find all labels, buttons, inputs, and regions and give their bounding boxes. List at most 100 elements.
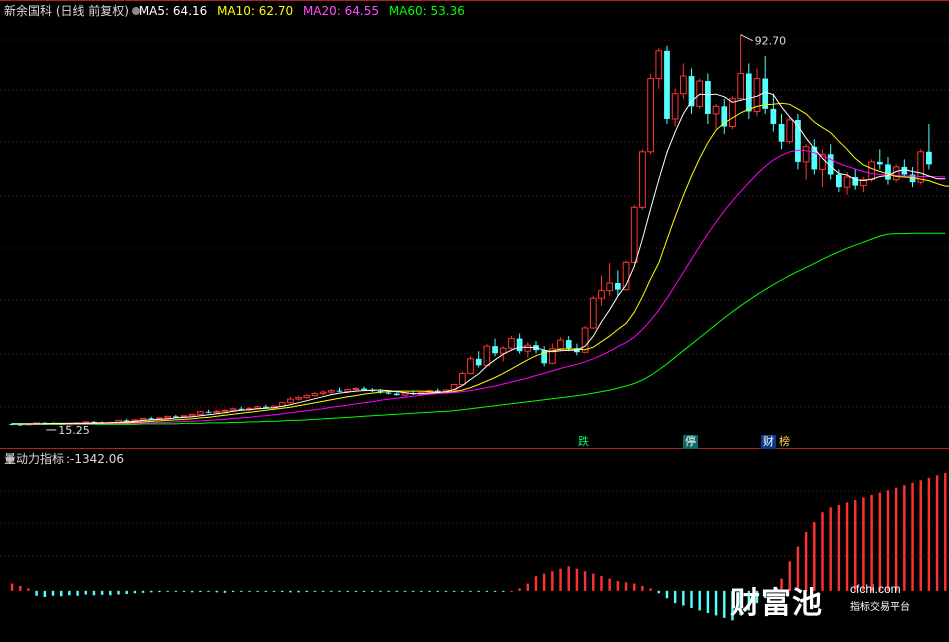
indicator-bar-26 [223,590,227,593]
candle-body-60 [499,347,507,354]
indicator-bar-4 [43,590,47,597]
ma5-legend: MA5: 64.16 [138,4,208,18]
indicator-bar-82 [682,590,685,606]
indicator-bar-52 [436,590,439,592]
indicator-bar-7 [68,590,71,596]
indicator-bar-6 [59,590,63,597]
indicator-bar-28 [240,590,243,592]
watermark-url: cfchi.com [850,582,901,596]
candle-body-52 [434,390,441,392]
candle-body-89 [737,73,744,100]
candle-body-108 [892,166,900,181]
indicator-bar-109 [903,485,906,591]
indicator-bar-50 [420,590,423,592]
indicator-value: :-1342.06 [66,452,125,466]
indicator-bar-77 [641,585,644,591]
candle-body-34 [287,398,294,404]
indicator-bar-31 [264,590,268,592]
candle-body-39 [327,390,335,393]
marker-list[interactable]: 榜 [777,435,792,449]
candle-body-48 [401,392,409,396]
candle-body-81 [671,93,679,120]
watermark-sub: 指标交易平台 [850,602,910,613]
indicator-bar-45 [379,590,382,592]
candle-body-38 [319,391,327,395]
indicator-bar-14 [125,590,128,595]
indicator-bar-38 [321,590,325,592]
indicator-bar-1 [19,585,22,591]
indicator-bar-85 [706,590,710,613]
indicator-bar-71 [592,573,595,591]
candle-body-67 [557,339,564,350]
candle-body-22 [188,413,196,417]
candle-body-107 [885,164,891,180]
indicator-bar-64 [534,576,538,591]
indicator-bar-11 [100,590,104,595]
candle-body-25 [213,410,221,413]
candle-body-30 [254,406,262,409]
marker-finance[interactable]: 财 [761,435,776,449]
indicator-bar-73 [608,578,611,591]
indicator-bar-66 [551,571,554,591]
indicator-bar-51 [428,590,431,592]
candle-body-47 [393,393,400,396]
indicator-bar-107 [886,490,890,591]
indicator-bar-62 [518,588,521,591]
candle-body-68 [565,340,572,349]
indicator-bar-8 [76,590,79,596]
candle-body-82 [679,75,687,95]
ma10-legend: MA10: 62.70 [217,4,294,18]
indicator-bar-53 [444,590,448,592]
candle-body-57 [475,358,482,366]
candle-body-46 [385,392,392,394]
ma20-legend: MA20: 64.55 [302,4,379,18]
indicator-bar-60 [502,590,505,592]
low-label: 15.25 [58,424,90,437]
candle-body-62 [516,338,523,352]
indicator-bar-29 [248,590,251,592]
indicator-bar-21 [182,590,186,592]
candle-body-109 [901,166,908,175]
marker-limit[interactable]: 停 [683,435,698,449]
indicator-bar-40 [338,590,341,592]
candle-body-90 [745,73,752,112]
indicator-bar-47 [395,590,399,592]
indicator-bar-75 [624,582,628,591]
indicator-bar-32 [272,590,276,592]
indicator-bar-0 [10,583,14,591]
indicator-bar-2 [27,588,30,591]
indicator-bar-61 [510,590,513,592]
chart-canvas: 92.70 15.25 [0,0,949,621]
indicator-bar-79 [657,590,661,594]
chart-header: 新余国科 (日线 前复权) MA5: 64.16 MA10: 62.70 MA2… [4,4,471,18]
indicator-header: 量动力指标:-1342.06 [4,452,130,466]
candle-body-111 [917,151,925,183]
indicator-bar-42 [354,590,358,592]
indicator-bar-74 [616,581,620,591]
stock-title[interactable]: 新余国科 (日线 前复权) [4,4,129,18]
candle-body-77 [639,151,646,208]
indicator-bar-30 [256,590,259,592]
indicator-title[interactable]: 量动力指标 [4,452,64,466]
candle-body-16 [139,417,147,421]
candle-body-86 [712,105,720,115]
indicator-bar-114 [944,472,947,591]
indicator-bar-110 [911,482,914,591]
indicator-bar-25 [215,590,218,593]
indicator-bar-20 [174,590,178,592]
candle-body-73 [606,282,614,292]
indicator-bar-69 [575,568,579,591]
marker-fall[interactable]: 跌 [576,435,591,449]
candle-body-20 [172,416,179,418]
indicator-bar-58 [485,590,489,592]
indicator-bar-12 [109,590,112,596]
indicator-bar-48 [403,590,407,592]
indicator-bar-76 [632,583,636,591]
candle-body-40 [336,390,343,392]
indicator-bar-34 [289,590,292,593]
candle-body-9 [82,421,90,424]
indicator-bar-46 [387,590,390,592]
candle-body-97 [802,146,810,163]
indicator-bar-36 [305,590,309,593]
indicator-bar-87 [723,590,726,618]
